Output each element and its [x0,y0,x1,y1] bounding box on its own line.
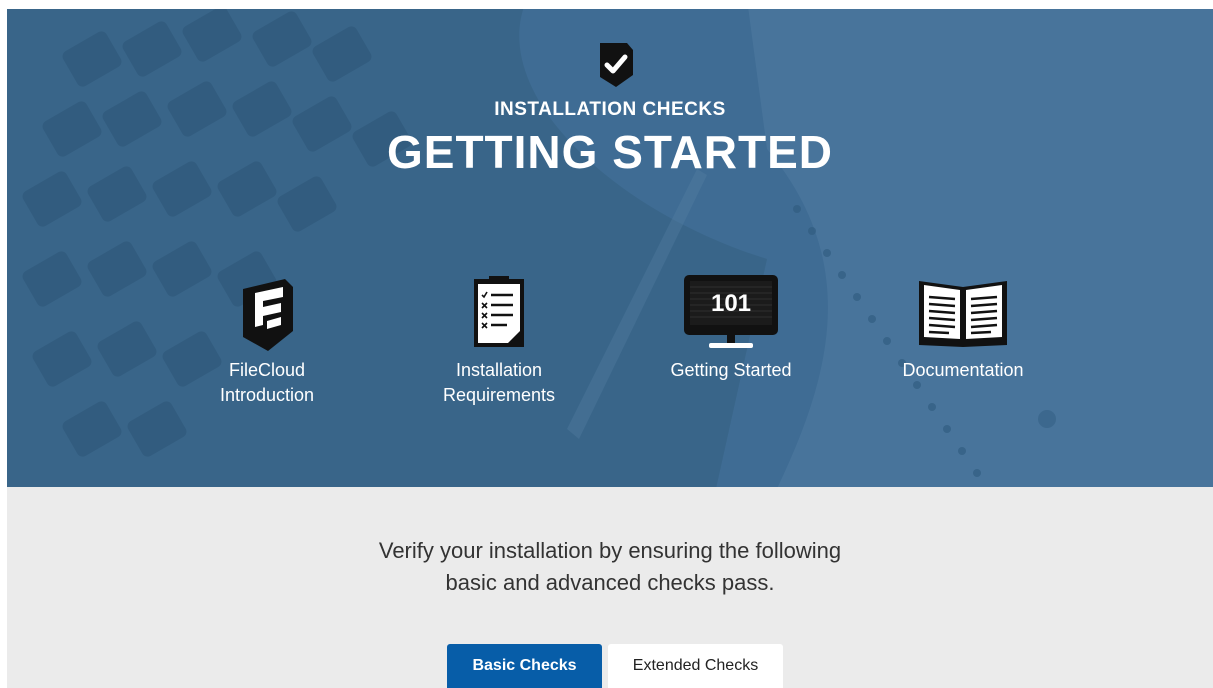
nav-filecloud-introduction[interactable]: FileCloud Introduction [167,275,367,425]
nav-label: FileCloud Introduction [219,360,315,405]
monitor-101-icon: 101 [684,275,778,348]
nav-label: Documentation [902,360,1024,380]
nav-getting-started[interactable]: 101 Getting Started [631,275,831,425]
nav-installation-requirements[interactable]: Installation Requirements [399,275,599,425]
intro-text: Verify your installation by ensuring the… [378,538,842,595]
nav-label: Installation Requirements [442,360,556,405]
filecloud-logo-icon [243,279,293,351]
tab-extended-checks[interactable]: Extended Checks [608,644,783,688]
page-title: GETTING STARTED [386,126,834,178]
eyebrow-heading: INSTALLATION CHECKS [494,99,726,120]
checklist-clipboard-icon [474,276,524,347]
nav-label: Getting Started [670,360,792,380]
open-book-icon [919,281,1007,347]
svg-text:101: 101 [711,290,751,317]
checks-section: Verify your installation by ensuring the… [7,487,1213,688]
hero-banner: INSTALLATION CHECKS GETTING STARTED File… [7,9,1213,487]
shield-check-icon [600,43,633,87]
nav-documentation[interactable]: Documentation [863,275,1063,425]
tab-basic-checks[interactable]: Basic Checks [447,644,602,688]
page-frame: INSTALLATION CHECKS GETTING STARTED File… [7,9,1213,688]
